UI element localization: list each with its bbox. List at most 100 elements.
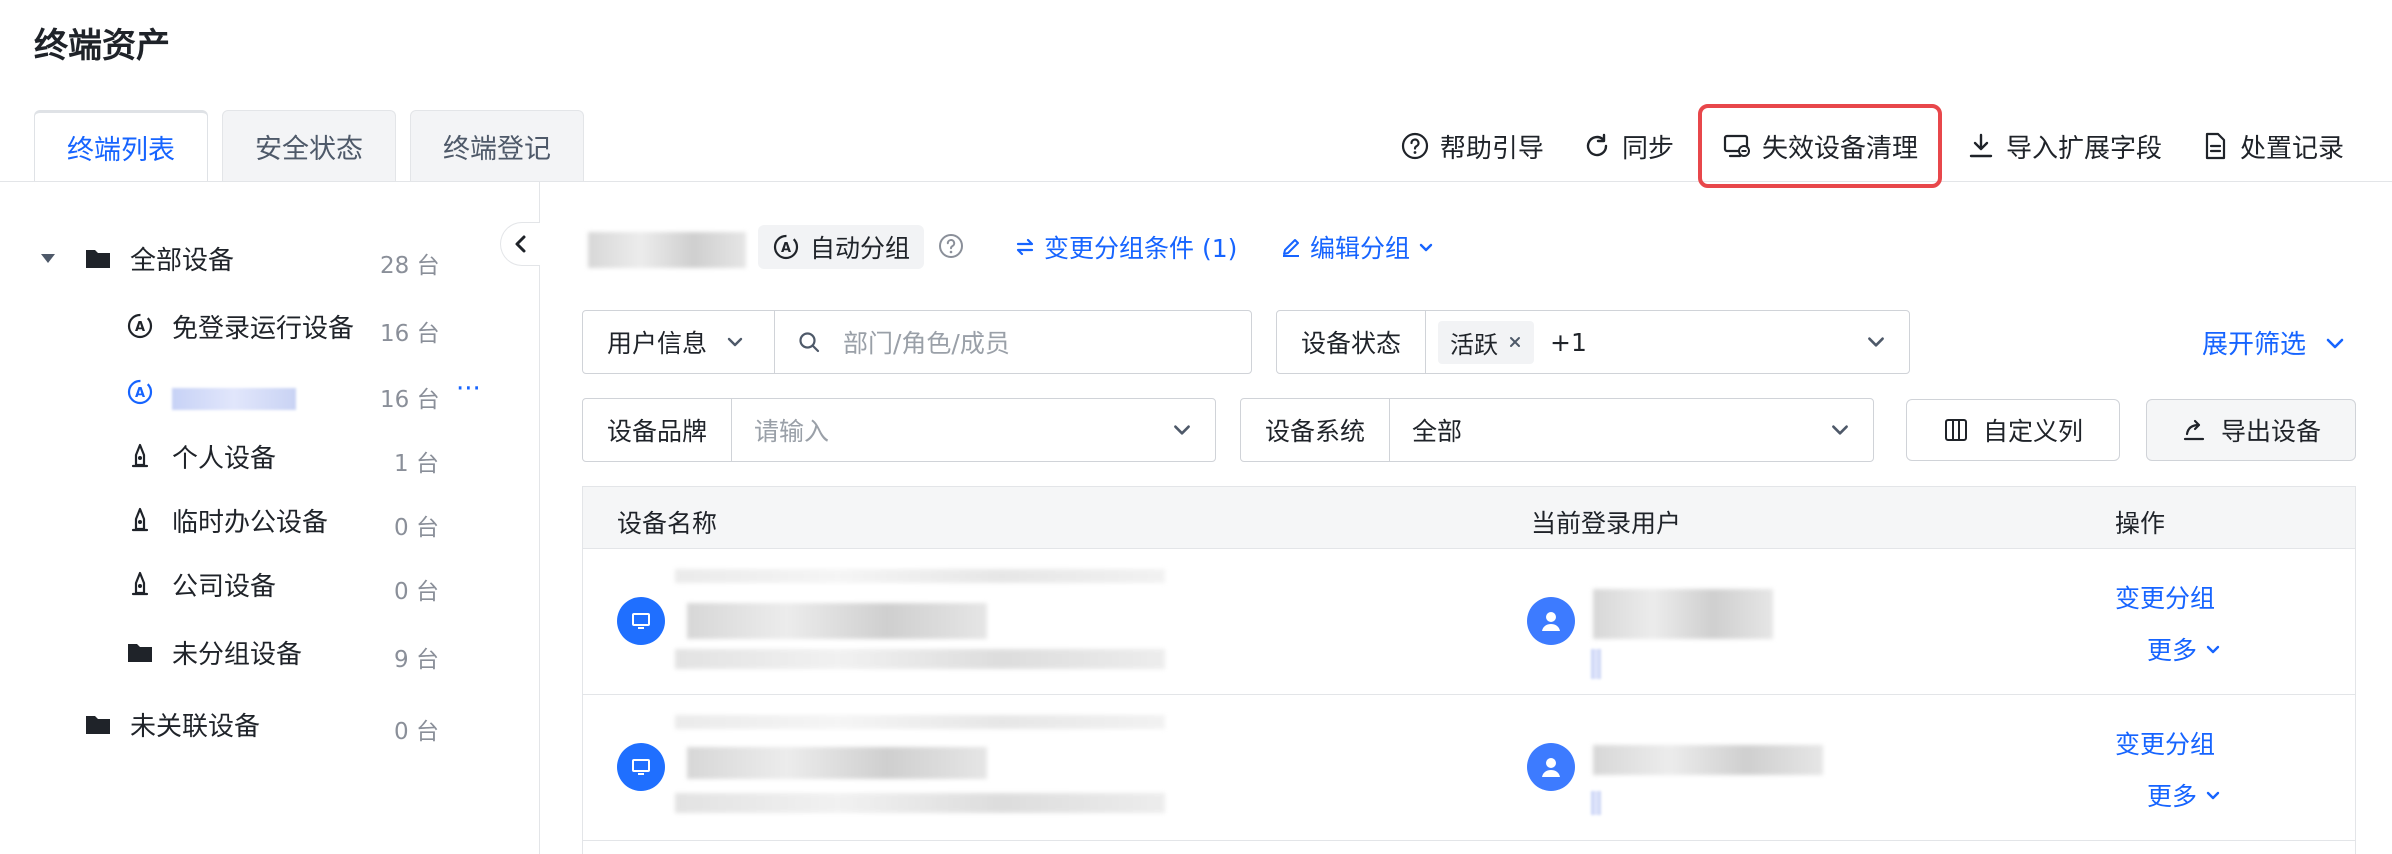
- device-brand-input[interactable]: 请输入: [732, 412, 1215, 448]
- export-devices-button[interactable]: 导出设备: [2146, 399, 2356, 461]
- monitor-icon: [617, 597, 665, 645]
- sidebar-item-temporary-office[interactable]: 临时办公设备: [126, 500, 328, 540]
- svg-text:A: A: [135, 320, 145, 335]
- more-options-icon[interactable]: ···: [456, 374, 481, 404]
- invalid-device-cleanup-button[interactable]: 失效设备清理: [1697, 104, 1942, 188]
- member-search-placeholder: 部门/角色/成员: [843, 329, 1010, 358]
- table-row[interactable]: 变更分组 更多: [583, 695, 2355, 841]
- change-group-link[interactable]: 变更分组: [2115, 579, 2215, 615]
- folder-icon: [128, 644, 152, 662]
- sidebar-item-unlinked[interactable]: 未关联设备: [84, 704, 260, 744]
- user-info-label: 用户信息: [607, 329, 708, 358]
- status-tag-label: 活跃: [1450, 330, 1499, 359]
- auto-group-icon: A: [127, 379, 153, 405]
- more-actions-dropdown[interactable]: 更多: [2147, 777, 2221, 813]
- device-brand-placeholder: 请输入: [754, 417, 830, 446]
- chevron-down-icon: [2206, 645, 2220, 654]
- sidebar-item-count: 9 台: [394, 647, 439, 673]
- question-circle-icon[interactable]: [937, 232, 965, 260]
- table-row[interactable]: 变更分组 更多: [583, 549, 2355, 695]
- refresh-icon: [1586, 133, 1608, 157]
- more-label: 更多: [2147, 782, 2198, 811]
- auto-group-label: 自动分组: [810, 234, 911, 263]
- change-group-link[interactable]: 变更分组: [2115, 725, 2215, 761]
- chevron-down-icon: [727, 337, 743, 347]
- device-os-value: 全部: [1412, 417, 1463, 446]
- device-brand-label: 设备品牌: [583, 399, 733, 461]
- user-info-select[interactable]: 用户信息: [583, 311, 775, 373]
- sidebar-item-selected-group[interactable]: A: [126, 372, 296, 412]
- auto-group-icon: A: [127, 313, 153, 339]
- tag-pin-icon: [131, 507, 149, 532]
- status-tag: 活跃: [1438, 320, 1535, 364]
- sidebar-item-label: 全部设备: [130, 245, 235, 276]
- chevron-down-icon: [2326, 338, 2344, 348]
- device-status-value: 活跃 +1: [1426, 320, 1909, 364]
- export-icon: [2183, 419, 2205, 441]
- import-extension-field-button[interactable]: 导入扩展字段: [1952, 106, 2176, 186]
- help-guide-button[interactable]: 帮助引导: [1386, 106, 1558, 186]
- user-tag: [1591, 791, 1601, 815]
- tab-terminal-register[interactable]: 终端登记: [410, 110, 584, 182]
- device-meta: [675, 569, 1165, 583]
- device-os-select[interactable]: 全部: [1390, 412, 1873, 448]
- edit-pen-icon: [1283, 239, 1299, 257]
- device-detail: [675, 649, 1165, 669]
- help-guide-label: 帮助引导: [1439, 133, 1544, 164]
- member-search-input[interactable]: 部门/角色/成员: [775, 324, 1251, 360]
- sync-button[interactable]: 同步: [1568, 106, 1688, 186]
- group-name: [588, 232, 746, 268]
- chevron-down-icon: [1832, 425, 1848, 435]
- more-actions-dropdown[interactable]: 更多: [2147, 631, 2221, 667]
- folder-icon: [86, 716, 110, 734]
- device-name: [687, 747, 987, 779]
- export-devices-label: 导出设备: [2220, 417, 2321, 446]
- sidebar-item-count: 0 台: [394, 719, 439, 745]
- tag-pin-icon: [131, 571, 149, 596]
- disposal-records-button[interactable]: 处置记录: [2186, 106, 2358, 186]
- device-name: [687, 603, 987, 639]
- status-extra-count: +1: [1550, 327, 1587, 357]
- sidebar-item-label: 个人设备: [172, 443, 277, 474]
- column-actions: 操作: [2115, 509, 2166, 538]
- tab-security-status[interactable]: 安全状态: [222, 110, 396, 182]
- user-avatar-icon: [1527, 743, 1575, 791]
- current-user-name: [1593, 745, 1823, 775]
- tab-bar: 终端列表 安全状态 终端登记: [34, 110, 584, 182]
- chevron-down-icon: [1419, 243, 1433, 252]
- swap-icon: [1016, 238, 1034, 256]
- sync-label: 同步: [1621, 133, 1674, 164]
- sidebar-item-label: 临时办公设备: [172, 507, 329, 538]
- sidebar-item-count: 16 台: [380, 321, 440, 347]
- sidebar-item-ungrouped[interactable]: 未分组设备: [126, 632, 302, 672]
- close-icon[interactable]: [1508, 335, 1522, 349]
- more-label: 更多: [2147, 636, 2198, 665]
- folder-icon: [86, 250, 110, 268]
- sidebar-item-all-devices[interactable]: 全部设备: [38, 238, 234, 278]
- sidebar-item-label: 公司设备: [172, 571, 277, 602]
- sidebar-item-personal[interactable]: 个人设备: [126, 436, 276, 476]
- tab-terminal-list[interactable]: 终端列表: [34, 110, 208, 182]
- import-label: 导入扩展字段: [2005, 133, 2162, 164]
- sidebar-item-login-free[interactable]: A 免登录运行设备: [126, 306, 354, 346]
- chevron-down-icon: [2206, 791, 2220, 800]
- document-icon: [2205, 132, 2226, 160]
- edit-group-link[interactable]: 编辑分组: [1280, 229, 1434, 265]
- device-os-filter[interactable]: 设备系统 全部: [1240, 398, 1874, 462]
- change-group-condition-link[interactable]: 变更分组条件 (1): [1014, 229, 1237, 265]
- sidebar-item-count: 16 台: [380, 387, 440, 413]
- sidebar-collapse-button[interactable]: [500, 222, 540, 266]
- records-label: 处置记录: [2239, 133, 2344, 164]
- expand-filter-link[interactable]: 展开筛选: [2202, 324, 2346, 361]
- device-brand-filter[interactable]: 设备品牌 请输入: [582, 398, 1216, 462]
- table-header: 设备名称 当前登录用户 操作: [583, 487, 2355, 549]
- device-status-filter[interactable]: 设备状态 活跃 +1: [1276, 310, 1910, 374]
- question-circle-icon: [1401, 132, 1429, 160]
- device-detail: [675, 793, 1165, 813]
- chevron-down-icon: [1868, 337, 1884, 347]
- sidebar-item-count: 0 台: [394, 515, 439, 541]
- custom-columns-button[interactable]: 自定义列: [1906, 399, 2120, 461]
- user-tag: [1591, 649, 1601, 679]
- user-info-filter: 用户信息 部门/角色/成员: [582, 310, 1252, 374]
- sidebar-item-company[interactable]: 公司设备: [126, 564, 276, 604]
